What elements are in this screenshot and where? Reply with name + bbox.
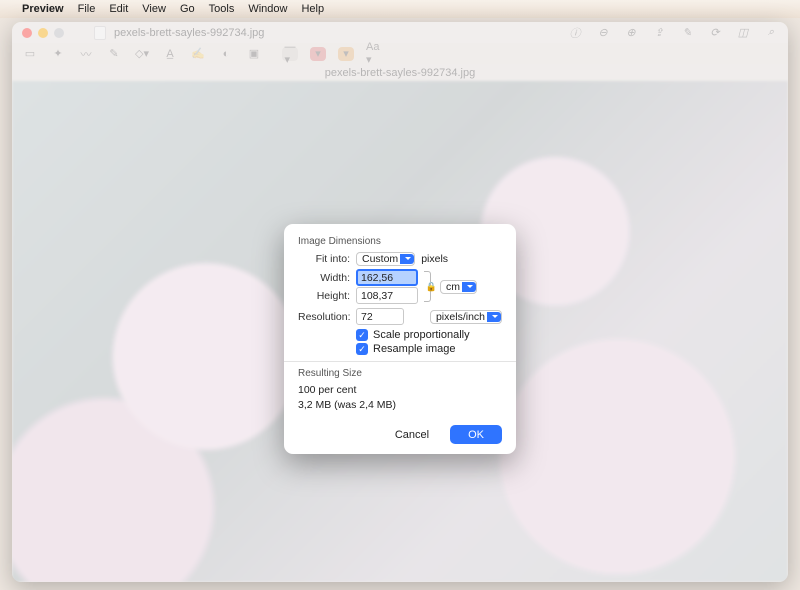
adjust-size-sheet: Image Dimensions Fit into: Custom pixels… xyxy=(284,224,516,454)
size-unit-select[interactable]: cm xyxy=(440,281,477,293)
menu-view[interactable]: View xyxy=(142,3,166,15)
cancel-button[interactable]: Cancel xyxy=(382,425,442,444)
result-filesize: 3,2 MB (was 2,4 MB) xyxy=(298,399,502,411)
result-percent: 100 per cent xyxy=(298,384,502,396)
fit-into-unit: pixels xyxy=(421,253,448,265)
width-label: Width: xyxy=(298,272,350,284)
divider xyxy=(284,361,516,362)
resample-image-checkbox[interactable]: ✓ xyxy=(356,343,368,355)
ok-button[interactable]: OK xyxy=(450,425,502,444)
height-label: Height: xyxy=(298,290,350,302)
resolution-label: Resolution: xyxy=(298,311,350,323)
section-title-resulting-size: Resulting Size xyxy=(298,368,502,379)
menu-tools[interactable]: Tools xyxy=(209,3,235,15)
fit-into-select[interactable]: Custom xyxy=(356,253,415,265)
resolution-unit-select[interactable]: pixels/inch xyxy=(430,311,502,323)
menu-window[interactable]: Window xyxy=(248,3,287,15)
scale-proportionally-checkbox[interactable]: ✓ xyxy=(356,329,368,341)
scale-proportionally-label: Scale proportionally xyxy=(373,329,470,341)
proportional-lock-icon[interactable]: 🔒 xyxy=(424,271,434,302)
menu-file[interactable]: File xyxy=(78,3,96,15)
width-input[interactable] xyxy=(356,269,418,286)
preview-window: pexels-brett-sayles-992734.jpg ⓘ ⊖ ⊕ ⇪ ✎… xyxy=(12,22,788,582)
resolution-input[interactable] xyxy=(356,308,404,325)
menu-edit[interactable]: Edit xyxy=(109,3,128,15)
app-menu[interactable]: Preview xyxy=(22,3,64,15)
menu-help[interactable]: Help xyxy=(301,3,324,15)
section-title-dimensions: Image Dimensions xyxy=(298,236,502,247)
system-menubar: Preview File Edit View Go Tools Window H… xyxy=(0,0,800,18)
fit-into-label: Fit into: xyxy=(298,253,350,265)
height-input[interactable] xyxy=(356,287,418,304)
menu-go[interactable]: Go xyxy=(180,3,195,15)
resample-image-label: Resample image xyxy=(373,343,456,355)
